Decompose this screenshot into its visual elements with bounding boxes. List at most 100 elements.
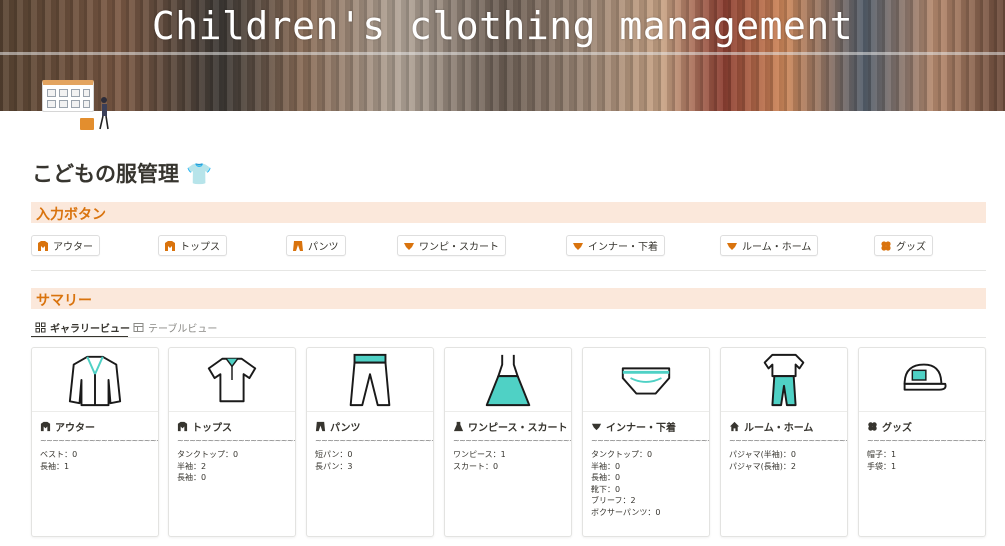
stat-line: 長袖：1	[40, 461, 70, 471]
card-thumbnail	[859, 348, 985, 412]
stat-line: 帽子：1	[867, 450, 897, 459]
table-icon	[133, 322, 144, 332]
dress-icon	[453, 421, 464, 432]
add-inner-underwear-button[interactable]: インナー・下着	[566, 235, 665, 256]
add-tops-button-label: トップス	[180, 242, 220, 253]
card-title-text: アウター	[55, 423, 95, 434]
pants-icon	[315, 421, 326, 432]
tabs-divider	[31, 337, 986, 338]
dress-illustration-icon	[485, 354, 531, 406]
gallery-card-dress-skirt[interactable]: ワンピース・スカート ~~~~~~~~~~~~~~~~~~~~~ ワンピース：1…	[444, 347, 572, 537]
card-title-text: ワンピース・スカート	[468, 423, 568, 434]
card-thumbnail	[169, 348, 295, 412]
clover-icon	[881, 240, 891, 251]
add-room-home-button-label: ルーム・ホーム	[742, 242, 812, 253]
gallery-card-tops[interactable]: トップス ~~~~~~~~~~~~~~~~~~~~~ タンクトップ：0 半袖：2…	[168, 347, 296, 537]
add-pants-button[interactable]: パンツ	[286, 235, 346, 256]
cap-illustration-icon	[903, 363, 947, 391]
add-dress-skirt-button-label: ワンピ・スカート	[419, 242, 499, 253]
gallery-card-inner-underwear[interactable]: インナー・下着 ~~~~~~~~~~~~~~~~~~~~~ タンクトップ：0 半…	[582, 347, 710, 537]
add-room-home-button[interactable]: ルーム・ホーム	[720, 235, 819, 256]
banner-title: Children's clothing management	[151, 4, 854, 48]
person-icon	[99, 97, 109, 130]
jacket-icon	[38, 240, 48, 251]
gallery-card-pants[interactable]: パンツ ~~~~~~~~~~~~~~~~~~~~~ 短パン：0 長パン：3	[306, 347, 434, 537]
card-thumbnail	[445, 348, 571, 412]
clover-icon	[868, 422, 877, 431]
summary-section-heading-text: サマリー	[36, 293, 92, 309]
card-title-text: インナー・下着	[606, 423, 676, 434]
jacket-illustration-icon	[68, 355, 122, 406]
stat-line: タンクトップ：0	[177, 450, 239, 459]
underwear-icon	[591, 423, 602, 431]
stat-line: 短パン：0	[315, 450, 353, 459]
stat-line: パジャマ(長袖)：2	[729, 461, 796, 471]
input-section-heading-text: 入力ボタン	[36, 207, 106, 223]
card-title: トップス	[177, 419, 232, 434]
underwear-icon	[727, 242, 737, 250]
add-goods-button[interactable]: グッズ	[874, 235, 933, 256]
cover-image: Children's clothing management	[0, 0, 1005, 111]
stat-line: スカート：0	[453, 461, 499, 471]
add-pants-button-label: パンツ	[308, 242, 339, 253]
summary-section-heading: サマリー	[31, 288, 986, 309]
page-icon[interactable]	[38, 80, 118, 136]
card-stats: タンクトップ：0 半袖：2 長袖：0	[177, 449, 238, 484]
card-separator: ~~~~~~~~~~~~~~~~~~~~~	[315, 436, 434, 445]
card-stats: タンクトップ：0 半袖：0 長袖：0 靴下：0 ブリーフ：2 ボクサーパンツ：0	[591, 449, 660, 519]
divider	[31, 270, 986, 271]
add-outer-button[interactable]: アウター	[31, 235, 100, 256]
jacket-icon	[40, 421, 51, 432]
cover-rail	[0, 52, 1005, 55]
stat-line: 長パン：3	[315, 461, 353, 471]
card-thumbnail	[583, 348, 709, 412]
box-icon	[80, 118, 94, 130]
stat-line: 半袖：2	[177, 461, 207, 471]
card-thumbnail	[32, 348, 158, 412]
add-goods-button-label: グッズ	[896, 242, 926, 253]
underwear-illustration-icon	[621, 366, 671, 394]
card-title: ルーム・ホーム	[729, 419, 813, 434]
card-title: パンツ	[315, 419, 361, 434]
grid-icon	[35, 322, 46, 332]
add-dress-skirt-button[interactable]: ワンピ・スカート	[397, 235, 506, 256]
card-title: グッズ	[867, 419, 912, 434]
gallery-card-goods[interactable]: グッズ ~~~~~~~~~~~~~~~~~~~~~ 帽子：1 手袋：1	[858, 347, 986, 537]
card-title-text: ルーム・ホーム	[744, 423, 814, 434]
card-stats: 帽子：1 手袋：1	[867, 449, 896, 472]
stat-line: ベスト：0	[40, 450, 78, 459]
stat-line: 長袖：0	[591, 473, 621, 483]
stat-line: ブリーフ：2	[591, 496, 636, 506]
pants-icon	[293, 240, 303, 251]
stat-line: パジャマ(半袖)：0	[729, 450, 796, 459]
tab-table-view[interactable]: テーブルビュー	[133, 317, 217, 337]
jacket-icon	[165, 240, 175, 251]
card-separator: ~~~~~~~~~~~~~~~~~~~~~	[591, 436, 710, 445]
stat-line: タンクトップ：0	[591, 450, 653, 459]
stat-line: 半袖：0	[591, 461, 621, 471]
card-stats: 短パン：0 長パン：3	[315, 449, 353, 472]
dress-icon	[404, 242, 414, 250]
card-stats: パジャマ(半袖)：0 パジャマ(長袖)：2	[729, 449, 796, 472]
add-inner-underwear-button-label: インナー・下着	[588, 242, 658, 253]
card-title: インナー・下着	[591, 419, 676, 434]
card-separator: ~~~~~~~~~~~~~~~~~~~~~	[177, 436, 296, 445]
card-title: アウター	[40, 419, 95, 434]
card-title-text: パンツ	[330, 423, 361, 434]
card-title-text: グッズ	[882, 423, 912, 434]
card-thumbnail	[307, 348, 433, 412]
home-icon	[729, 421, 740, 432]
pants-illustration-icon	[349, 353, 391, 406]
gallery-card-room-home[interactable]: ルーム・ホーム ~~~~~~~~~~~~~~~~~~~~~ パジャマ(半袖)：0…	[720, 347, 848, 537]
card-thumbnail	[721, 348, 847, 412]
add-outer-button-label: アウター	[53, 242, 93, 253]
card-separator: ~~~~~~~~~~~~~~~~~~~~~	[40, 436, 159, 445]
jacket-icon	[177, 421, 188, 432]
gallery-card-outer[interactable]: アウター ~~~~~~~~~~~~~~~~~~~~~ ベスト：0 長袖：1	[31, 347, 159, 537]
pajama-illustration-icon	[763, 353, 805, 406]
add-tops-button[interactable]: トップス	[158, 235, 227, 256]
card-separator: ~~~~~~~~~~~~~~~~~~~~~	[867, 436, 986, 445]
stat-line: ワンピース：1	[453, 450, 506, 459]
card-separator: ~~~~~~~~~~~~~~~~~~~~~	[453, 436, 572, 445]
tab-gallery-view[interactable]: ギャラリービュー	[35, 317, 130, 337]
